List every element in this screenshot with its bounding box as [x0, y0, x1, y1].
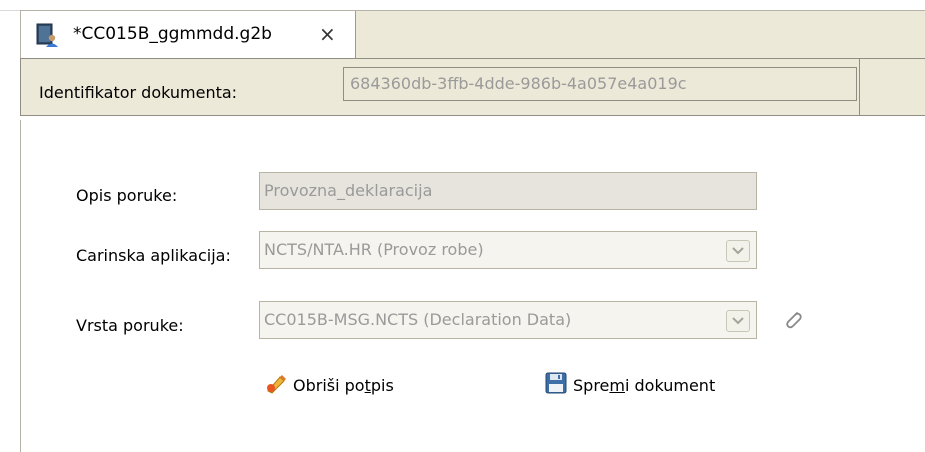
vrsta-poruke-label: Vrsta poruke: [76, 316, 184, 335]
chevron-down-icon[interactable] [726, 310, 750, 332]
opis-poruke-label: Opis poruke: [76, 186, 178, 205]
document-with-person-icon [35, 23, 59, 47]
pen-sign-icon [265, 372, 287, 398]
chevron-down-icon[interactable] [726, 240, 750, 262]
editor-tab[interactable]: *CC015B_ggmmdd.g2b × [21, 11, 356, 58]
opis-poruke-field[interactable]: Provozna_deklaracija [259, 172, 757, 210]
vrsta-poruke-select[interactable]: CC015B-MSG.NCTS (Declaration Data) [259, 301, 757, 339]
document-id-field[interactable]: 684360db-3ffb-4dde-986b-4a057e4a019c [343, 67, 857, 101]
tab-bar: *CC015B_ggmmdd.g2b × [20, 10, 925, 59]
paperclip-icon[interactable] [781, 308, 805, 336]
document-id-label: Identifikator dokumenta: [39, 83, 238, 102]
tab-title: *CC015B_ggmmdd.g2b [73, 24, 272, 44]
carinska-aplikacija-select[interactable]: NCTS/NTA.HR (Provoz robe) [259, 231, 757, 269]
delete-signature-label: Obriši potpis [293, 375, 394, 395]
save-document-label: Spremi dokument [573, 375, 716, 395]
vrsta-poruke-value: CC015B-MSG.NCTS (Declaration Data) [264, 310, 572, 329]
floppy-disk-icon [545, 372, 567, 398]
save-document-button[interactable]: Spremi dokument [545, 372, 715, 398]
close-icon[interactable]: × [319, 22, 336, 46]
document-id-bar: Identifikator dokumenta: 684360db-3ffb-4… [20, 58, 925, 116]
id-bar-separator [859, 59, 860, 115]
delete-signature-button[interactable]: Obriši potpis [265, 372, 394, 398]
form-panel: Opis poruke: Provozna_deklaracija Carins… [20, 120, 925, 452]
carinska-aplikacija-label: Carinska aplikacija: [76, 246, 231, 265]
carinska-aplikacija-value: NCTS/NTA.HR (Provoz robe) [264, 240, 484, 259]
